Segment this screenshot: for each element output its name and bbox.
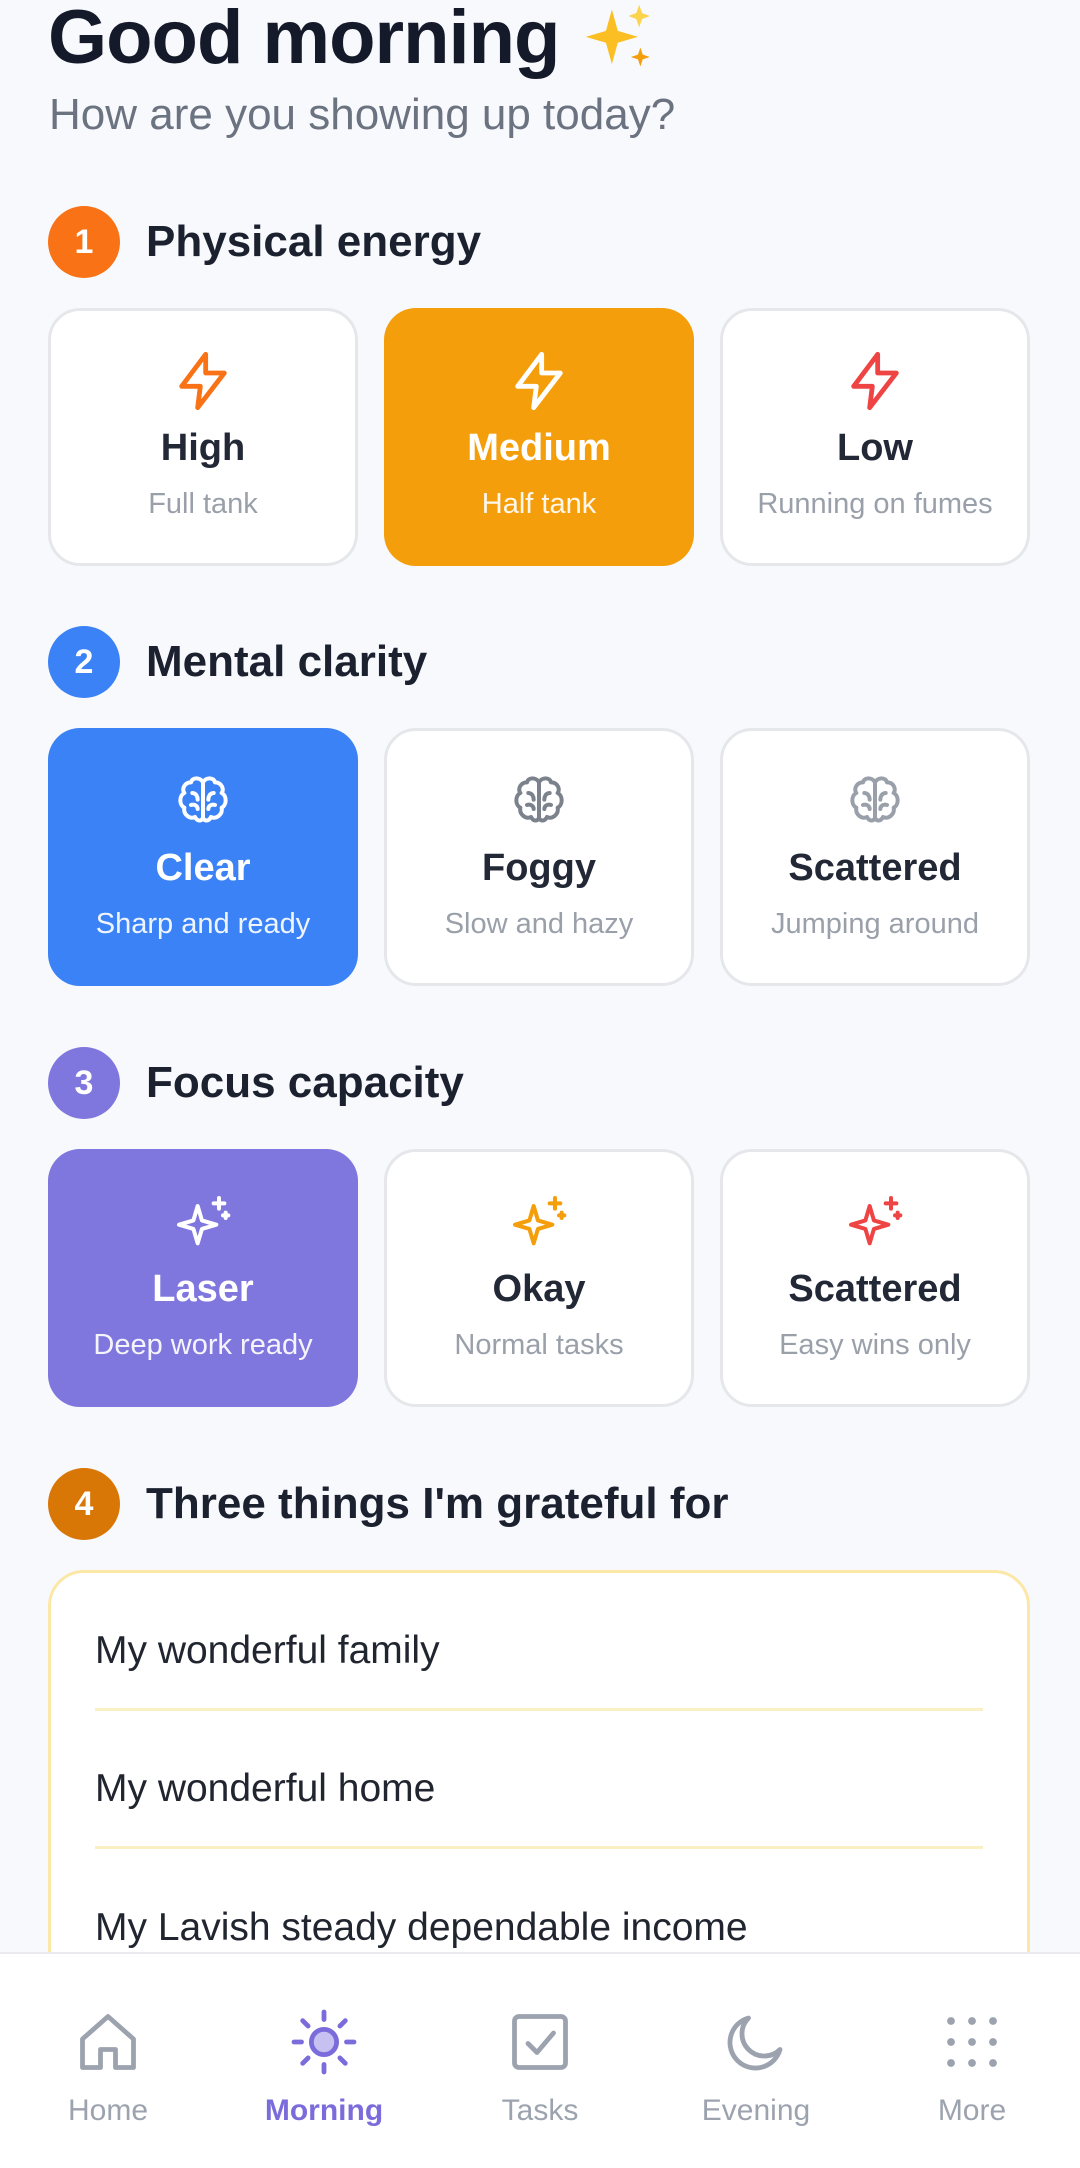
physical-energy-options: High Full tank Medium Half tank Low Runn… (48, 308, 1030, 566)
option-label: Scattered (788, 847, 962, 889)
option-label: Laser (152, 1268, 254, 1310)
lightning-icon (507, 349, 571, 413)
nav-label: More (937, 2094, 1007, 2127)
section-physical-energy-header: 1 Physical energy (48, 206, 481, 278)
greeting-subtitle: How are you showing up today? (49, 90, 676, 139)
option-label: High (160, 427, 246, 469)
step-number-badge: 4 (48, 1468, 120, 1540)
option-description: Full tank (148, 488, 258, 520)
option-description: Sharp and ready (95, 908, 311, 940)
option-medium-energy[interactable]: Medium Half tank (384, 308, 694, 566)
nav-label: Evening (701, 2094, 811, 2127)
step-number-badge: 1 (48, 206, 120, 278)
nav-morning[interactable]: Morning (216, 1954, 432, 2168)
nav-evening[interactable]: Evening (648, 1954, 864, 2168)
sparkle-icon (507, 1190, 571, 1254)
nav-label: Tasks (501, 2094, 579, 2127)
nav-label: Home (67, 2094, 149, 2127)
morning-checkin-screen: Good morning How are you showing up toda… (0, 0, 1080, 2168)
gratitude-list: My wonderful family My wonderful home My… (48, 1570, 1030, 1952)
option-description: Half tank (481, 488, 597, 520)
gratitude-entry-3[interactable]: My Lavish steady dependable income (95, 1849, 983, 1952)
section-gratitude-header: 4 Three things I'm grateful for (48, 1468, 729, 1540)
sun-icon (288, 2006, 360, 2078)
brain-icon (507, 769, 571, 833)
option-label: Medium (467, 427, 611, 469)
option-description: Running on fumes (757, 488, 993, 520)
option-description: Jumping around (771, 908, 979, 940)
option-description: Deep work ready (93, 1329, 313, 1361)
gratitude-entry-2[interactable]: My wonderful home (95, 1711, 983, 1849)
focus-capacity-options: Laser Deep work ready Okay Normal tasks (48, 1149, 1030, 1407)
option-foggy[interactable]: Foggy Slow and hazy (384, 728, 694, 986)
brain-icon (843, 769, 907, 833)
section-title: Focus capacity (146, 1058, 464, 1107)
option-low-energy[interactable]: Low Running on fumes (720, 308, 1030, 566)
option-scattered-mind[interactable]: Scattered Jumping around (720, 728, 1030, 986)
section-title: Physical energy (146, 217, 482, 266)
greeting-text: Good morning (48, 0, 560, 80)
gratitude-entry-1[interactable]: My wonderful family (95, 1573, 983, 1711)
bottom-navigation: Home Morning Tasks Evening More (0, 1952, 1080, 2168)
scroll-content[interactable]: Good morning How are you showing up toda… (0, 0, 1080, 1952)
sparkle-icon (843, 1190, 907, 1254)
mental-clarity-options: Clear Sharp and ready Foggy Slow and haz… (48, 728, 1030, 986)
option-label: Clear (155, 847, 251, 889)
option-scattered-focus[interactable]: Scattered Easy wins only (720, 1149, 1030, 1407)
option-okay[interactable]: Okay Normal tasks (384, 1149, 694, 1407)
option-description: Slow and hazy (444, 908, 634, 940)
sparkle-icon (171, 1190, 235, 1254)
nav-label: Morning (264, 2094, 384, 2127)
option-label: Okay (492, 1268, 586, 1310)
section-title: Three things I'm grateful for (146, 1479, 729, 1528)
lightning-icon (843, 349, 907, 413)
step-number-badge: 3 (48, 1047, 120, 1119)
section-title: Mental clarity (146, 637, 428, 686)
moon-icon (720, 2006, 792, 2078)
lightning-icon (171, 349, 235, 413)
option-label: Foggy (482, 847, 596, 889)
nav-home[interactable]: Home (0, 1954, 216, 2168)
option-label: Low (837, 427, 913, 469)
nav-tasks[interactable]: Tasks (432, 1954, 648, 2168)
home-icon (72, 2006, 144, 2078)
nav-more[interactable]: More (864, 1954, 1080, 2168)
greeting-title: Good morning (48, 0, 657, 81)
option-laser[interactable]: Laser Deep work ready (48, 1149, 358, 1407)
option-description: Easy wins only (779, 1329, 971, 1361)
option-label: Scattered (788, 1268, 962, 1310)
step-number-badge: 2 (48, 626, 120, 698)
section-focus-capacity-header: 3 Focus capacity (48, 1047, 464, 1119)
option-high-energy[interactable]: High Full tank (48, 308, 358, 566)
sparkles-emoji-icon (581, 0, 657, 76)
grid-dots-icon (936, 2006, 1008, 2078)
option-clear[interactable]: Clear Sharp and ready (48, 728, 358, 986)
section-mental-clarity-header: 2 Mental clarity (48, 626, 427, 698)
checkbox-icon (504, 2006, 576, 2078)
option-description: Normal tasks (454, 1329, 624, 1361)
brain-icon (171, 769, 235, 833)
